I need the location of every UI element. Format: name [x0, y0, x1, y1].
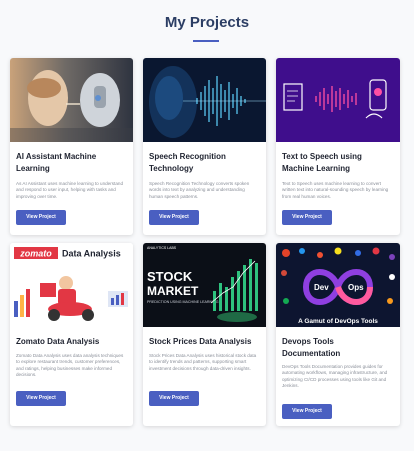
- devops-tools-image: Dev Ops A Gamut of DevOps Tools: [276, 243, 400, 327]
- robot-face-image: [10, 58, 133, 142]
- project-description: Stock Prices Data Analysis uses historic…: [149, 353, 257, 371]
- stock-market-image: ANALYTICS LABS STOCK MARKET PREDICTION U…: [143, 243, 266, 327]
- svg-text:A Gamut of DevOps Tools: A Gamut of DevOps Tools: [298, 318, 378, 325]
- project-description: DevOps Tools Documentation provides guid…: [282, 364, 388, 389]
- project-card-ai-assistant: AI Assistant Machine Learning As AI Assi…: [10, 58, 133, 235]
- view-project-button[interactable]: View Project: [149, 210, 199, 225]
- project-description: Zomato Data Analysis uses data analysis …: [16, 353, 124, 378]
- project-title: Devops Tools Documentation: [282, 337, 341, 358]
- project-title: Zomato Data Analysis: [16, 337, 100, 346]
- svg-text:Dev: Dev: [314, 283, 329, 292]
- project-description: Text to Speech uses machine learning to …: [282, 181, 389, 199]
- view-project-button[interactable]: View Project: [16, 391, 66, 406]
- svg-text:ANALYTICS LABS: ANALYTICS LABS: [147, 246, 177, 250]
- project-title: Stock Prices Data Analysis: [149, 337, 252, 346]
- project-card-zomato: zomato Data Analysis Zomato Data Analysi…: [10, 243, 133, 426]
- project-card-stock-prices: ANALYTICS LABS STOCK MARKET PREDICTION U…: [143, 243, 266, 426]
- view-project-button[interactable]: View Project: [282, 210, 332, 225]
- svg-text:STOCK: STOCK: [147, 269, 193, 284]
- sound-wave-image: [143, 58, 266, 142]
- svg-text:Data Analysis: Data Analysis: [62, 249, 121, 259]
- svg-text:Ops: Ops: [348, 283, 364, 292]
- project-description: Speech Recognition Technology converts s…: [149, 181, 250, 199]
- page-title: My Projects: [164, 14, 250, 31]
- project-title: Speech Recognition Technology: [149, 152, 226, 173]
- project-description: As AI Assistant uses machine learning to…: [16, 181, 123, 199]
- svg-text:PREDICTION USING MACHINE LEARN: PREDICTION USING MACHINE LEARNING: [147, 300, 219, 304]
- project-title: AI Assistant Machine Learning: [16, 152, 97, 173]
- project-card-devops: Dev Ops A Gamut of DevOps Tools Devops T…: [276, 243, 400, 426]
- view-project-button[interactable]: View Project: [282, 404, 332, 419]
- text-to-speech-image: [276, 58, 400, 142]
- project-title: Text to Speech using Machine Learning: [282, 152, 362, 173]
- view-project-button[interactable]: View Project: [149, 391, 199, 406]
- svg-text:zomato: zomato: [19, 249, 52, 259]
- zomato-delivery-image: zomato Data Analysis: [10, 243, 133, 327]
- title-underline: [193, 40, 219, 42]
- view-project-button[interactable]: View Project: [16, 210, 66, 225]
- project-card-speech-recognition: Speech Recognition Technology Speech Rec…: [143, 58, 266, 235]
- svg-text:MARKET: MARKET: [147, 284, 199, 298]
- project-card-text-to-speech: Text to Speech using Machine Learning Te…: [276, 58, 400, 235]
